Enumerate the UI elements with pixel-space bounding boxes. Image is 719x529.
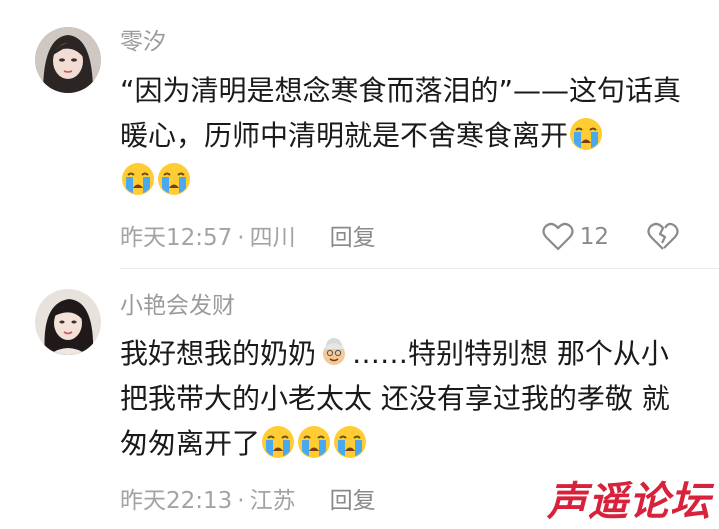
loudly-crying-face-icon [297,425,331,459]
meta-separator: · [237,488,245,514]
reply-button[interactable]: 回复 [330,223,376,253]
loudly-crying-face-icon [569,117,603,151]
broken-heart-icon [647,222,679,250]
loudly-crying-face-icon [333,425,367,459]
reply-button[interactable]: 回复 [330,486,376,516]
watermark-logo: 声遥论坛 [547,478,711,525]
comment-meta: 昨天22:13 · 江苏 回复 [120,486,376,516]
comment-location: 江苏 [249,488,296,514]
avatar[interactable] [35,289,101,355]
username[interactable]: 零汐 [120,28,166,56]
old-woman-icon [317,335,351,369]
loudly-crying-face-icon [121,162,155,196]
comment-location: 四川 [249,225,296,251]
comment-body: 我好想我的奶奶 [120,337,317,370]
comment-meta: 昨天12:57 · 四川 回复 [120,223,376,253]
avatar[interactable] [35,27,101,93]
comment-text: “因为清明是想念寒食而落泪的”——这句话真暖心，历师中清明就是不舍寒食离开 [120,68,690,203]
username[interactable]: 小艳会发财 [120,292,235,320]
like-button[interactable]: 12 [542,222,609,252]
loudly-crying-face-icon [157,162,191,196]
comment-time: 昨天22:13 [120,488,233,514]
comment-text: 我好想我的奶奶 ……特别特别想 那个从小把我带大的小老太太 还没有享过我的孝敬 就… [120,331,690,466]
comment-actions: 12 [542,222,679,252]
meta-separator: · [237,225,245,251]
like-count: 12 [579,224,609,250]
heart-icon [542,222,574,251]
dislike-button[interactable] [647,222,679,252]
comment-item: 零汐 “因为清明是想念寒食而落泪的”——这句话真暖心，历师中清明就是不舍寒食离开… [0,0,719,268]
comment-time: 昨天12:57 [120,225,233,251]
loudly-crying-face-icon [261,425,295,459]
